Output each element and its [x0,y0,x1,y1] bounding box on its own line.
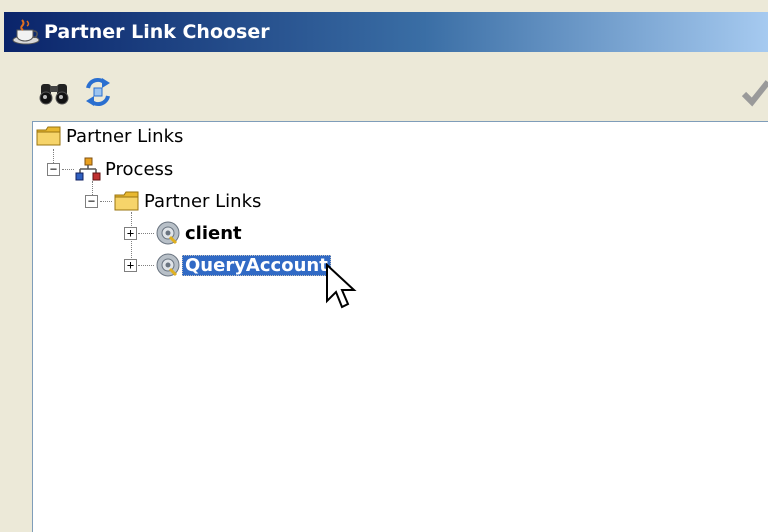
binoculars-icon[interactable] [36,74,72,110]
tree-connector [138,233,154,234]
folder-icon [114,191,139,211]
service-gear-icon [156,221,180,245]
tree-node-label: QueryAccount [182,254,331,276]
expand-toggle[interactable]: + [124,259,137,272]
tree-node-queryaccount[interactable]: QueryAccount [154,251,331,279]
toolbar [0,70,768,116]
check-icon[interactable] [738,74,768,110]
tree-node-label: client [185,222,242,244]
service-gear-icon [156,253,180,277]
title-bar[interactable]: Partner Link Chooser [4,12,768,52]
tree-node-partner-links[interactable]: Partner Links [113,187,264,215]
refresh-icon[interactable] [80,74,116,110]
expand-toggle[interactable]: + [124,227,137,240]
coffee-cup-icon [12,19,40,45]
tree-node-label: Partner Links [144,190,262,212]
partner-link-chooser-dialog: Partner Link Chooser Partner Links − Pro… [0,0,768,532]
tree-connector [62,169,74,170]
tree-node-root[interactable]: Partner Links [35,122,186,150]
tree-connector [138,265,154,266]
collapse-toggle[interactable]: − [85,195,98,208]
tree-node-client[interactable]: client [154,219,245,247]
tree-node-label: Process [105,158,174,180]
tree-node-process[interactable]: Process [74,155,176,183]
process-icon [75,157,101,181]
folder-icon [36,126,61,146]
tree-node-label: Partner Links [66,125,184,147]
collapse-toggle[interactable]: − [47,163,60,176]
window-title: Partner Link Chooser [44,21,270,43]
partner-links-tree[interactable]: Partner Links − Process − Partner Links … [32,121,768,532]
tree-connector [100,201,112,202]
